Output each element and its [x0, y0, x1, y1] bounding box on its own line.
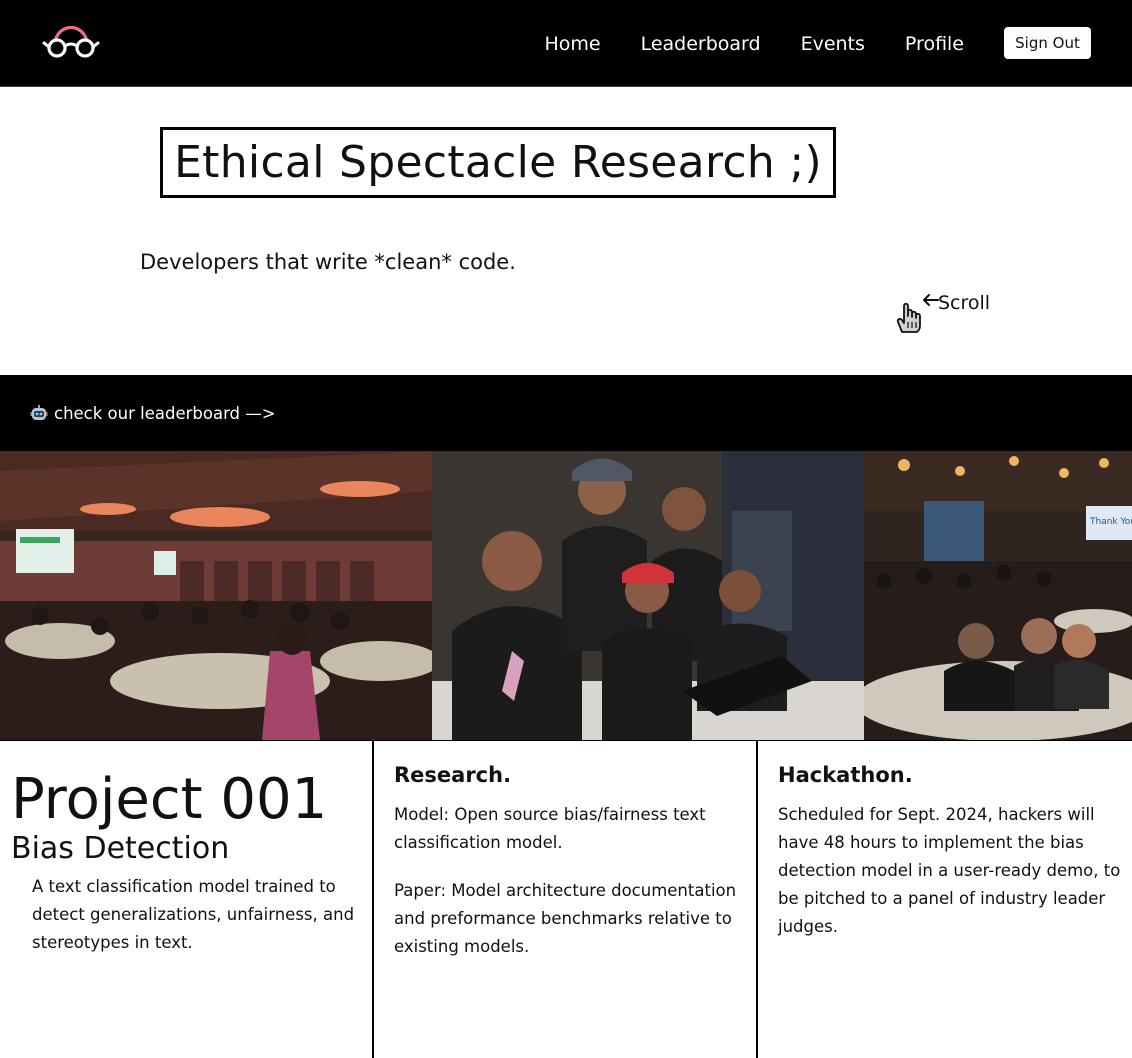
nav-leaderboard-link[interactable]: Leaderboard	[641, 33, 761, 55]
project-column: Project 001 Bias Detection A text classi…	[0, 741, 374, 1058]
nav-profile-link[interactable]: Profile	[905, 33, 964, 55]
hero-title-box: Ethical Spectacle Research ;)	[160, 127, 836, 198]
event-photo-strip: Thank You	[0, 451, 1132, 740]
nav-links: Home Leaderboard Events Profile	[544, 0, 964, 87]
event-photo-hackers	[432, 451, 864, 740]
project-info-columns: Project 001 Bias Detection A text classi…	[0, 740, 1132, 1058]
spectacles-logo-icon[interactable]	[40, 22, 102, 62]
project-description: A text classification model trained to d…	[32, 877, 355, 952]
leaderboard-banner: check our leaderboard —>	[0, 375, 1132, 451]
sign-out-button[interactable]: Sign Out	[1004, 27, 1091, 59]
hackathon-heading: Hackathon.	[778, 763, 913, 787]
research-paper-text: Paper: Model architecture documentation …	[394, 881, 737, 956]
top-navbar: Home Leaderboard Events Profile Sign Out	[0, 0, 1132, 87]
nav-home-link[interactable]: Home	[544, 33, 600, 55]
event-photo-audience: Thank You	[864, 451, 1132, 740]
research-model-text: Model: Open source bias/fairness text cl…	[394, 805, 706, 852]
project-title: Project 001	[11, 767, 328, 832]
project-subtitle: Bias Detection	[11, 831, 230, 866]
scroll-hint[interactable]: Scroll	[894, 292, 990, 336]
scroll-label: Scroll	[938, 292, 991, 314]
leaderboard-banner-text: check our leaderboard —>	[54, 403, 276, 423]
research-text: Model: Open source bias/fairness text cl…	[394, 801, 739, 961]
event-photo-ballroom	[0, 451, 432, 740]
hero-title: Ethical Spectacle Research ;)	[174, 137, 822, 188]
research-column: Research. Model: Open source bias/fairne…	[374, 741, 758, 1058]
research-heading: Research.	[394, 763, 512, 787]
hero-section: Ethical Spectacle Research ;) Developers…	[0, 87, 1132, 375]
robot-icon	[30, 405, 48, 420]
hackathon-text: Scheduled for Sept. 2024, hackers will h…	[778, 805, 1121, 936]
hackathon-column: Hackathon. Scheduled for Sept. 2024, hac…	[758, 741, 1132, 1058]
hand-pointer-icon	[896, 294, 939, 333]
nav-events-link[interactable]: Events	[801, 33, 865, 55]
leaderboard-banner-link[interactable]: check our leaderboard —>	[30, 404, 276, 423]
screen-thank-you-text: Thank You	[1089, 517, 1132, 527]
hero-tagline: Developers that write *clean* code.	[140, 250, 516, 274]
